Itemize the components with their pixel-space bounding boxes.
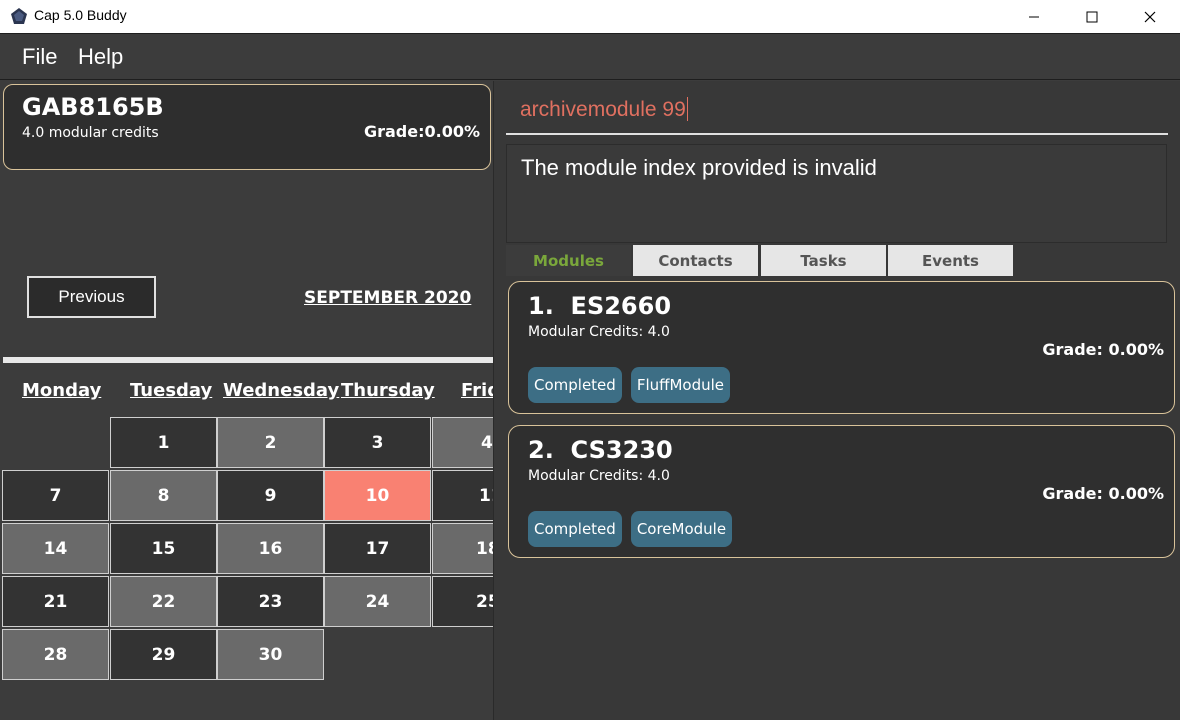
weekday-thursday: Thursday (341, 380, 435, 401)
left-panel: GAB8165B 4.0 modular credits Grade:0.00%… (0, 81, 493, 720)
right-panel: archivemodule 99 The module index provid… (494, 81, 1180, 720)
calendar-month-label: SEPTEMBER 2020 (304, 288, 472, 308)
weekday-monday: Monday (22, 380, 102, 401)
tab-events[interactable]: Events (888, 245, 1013, 276)
calendar-day[interactable]: 25 (432, 576, 493, 627)
module-grade: Grade: 0.00% (1042, 484, 1164, 503)
menu-bar: File Help (0, 33, 1180, 80)
module-tags: Completed CoreModule (528, 511, 733, 547)
module-grade: Grade: 0.00% (1042, 340, 1164, 359)
module-card[interactable]: 2. CS3230 Modular Credits: 4.0 Grade: 0.… (508, 425, 1175, 558)
calendar-day[interactable]: 7 (2, 470, 109, 521)
calendar-day[interactable]: 4 (432, 417, 493, 468)
tab-contacts[interactable]: Contacts (633, 245, 758, 276)
module-credits: Modular Credits: 4.0 (528, 468, 670, 484)
minimize-button[interactable] (1005, 0, 1063, 33)
command-input-text: archivemodule 99 (520, 97, 688, 121)
calendar-divider (3, 357, 493, 363)
calendar-day[interactable]: 21 (2, 576, 109, 627)
calendar-day[interactable]: 30 (217, 629, 324, 680)
summary-module-code: GAB8165B (22, 93, 164, 121)
summary-credits: 4.0 modular credits (22, 125, 159, 141)
calendar-day[interactable]: 9 (217, 470, 324, 521)
text-cursor (686, 97, 688, 121)
calendar-day[interactable]: 18 (432, 523, 493, 574)
tab-tasks[interactable]: Tasks (761, 245, 886, 276)
module-tags: Completed FluffModule (528, 367, 730, 403)
module-title: 1. ES2660 (528, 292, 672, 320)
calendar-day[interactable]: 3 (324, 417, 431, 468)
calendar-day[interactable]: 1 (110, 417, 217, 468)
app-pentagon-icon (11, 8, 27, 24)
calendar-day[interactable]: 17 (324, 523, 431, 574)
calendar-day[interactable]: 11 (432, 470, 493, 521)
result-message: The module index provided is invalid (521, 155, 877, 180)
weekday-friday: Frid (461, 380, 493, 401)
calendar-day[interactable]: 23 (217, 576, 324, 627)
module-card[interactable]: 1. ES2660 Modular Credits: 4.0 Grade: 0.… (508, 281, 1175, 414)
menu-help[interactable]: Help (78, 44, 123, 70)
calendar-day[interactable]: 8 (110, 470, 217, 521)
maximize-button[interactable] (1063, 0, 1121, 33)
close-button[interactable] (1121, 0, 1179, 33)
title-bar: Cap 5.0 Buddy (0, 0, 1180, 33)
calendar-day[interactable]: 2 (217, 417, 324, 468)
tag-fluffmodule: FluffModule (630, 367, 730, 403)
summary-grade: Grade:0.00% (363, 122, 480, 141)
module-summary-card[interactable]: GAB8165B 4.0 modular credits Grade:0.00% (3, 84, 491, 170)
window-title: Cap 5.0 Buddy (34, 7, 127, 23)
result-display[interactable]: The module index provided is invalid (506, 144, 1167, 243)
previous-month-button[interactable]: Previous (27, 276, 156, 318)
maximize-icon (1086, 11, 1098, 22)
tab-modules[interactable]: Modules (506, 245, 631, 276)
tag-coremodule: CoreModule (630, 511, 733, 547)
calendar-day[interactable]: 22 (110, 576, 217, 627)
module-title: 2. CS3230 (528, 436, 673, 464)
command-input[interactable]: archivemodule 99 (506, 91, 1168, 135)
weekday-tuesday: Tuesday (130, 380, 213, 401)
calendar-day[interactable]: 24 (324, 576, 431, 627)
weekday-wednesday: Wednesday (223, 380, 340, 401)
calendar-day[interactable]: 29 (110, 629, 217, 680)
calendar-day[interactable]: 28 (2, 629, 109, 680)
menu-file[interactable]: File (22, 44, 57, 70)
close-icon (1144, 11, 1156, 22)
tag-completed: Completed (528, 511, 622, 547)
calendar-day-today[interactable]: 10 (324, 470, 431, 521)
minimize-icon (1029, 16, 1039, 17)
calendar-day[interactable]: 15 (110, 523, 217, 574)
module-credits: Modular Credits: 4.0 (528, 324, 670, 340)
calendar-day[interactable]: 16 (217, 523, 324, 574)
tag-completed: Completed (528, 367, 622, 403)
calendar-day[interactable]: 14 (2, 523, 109, 574)
